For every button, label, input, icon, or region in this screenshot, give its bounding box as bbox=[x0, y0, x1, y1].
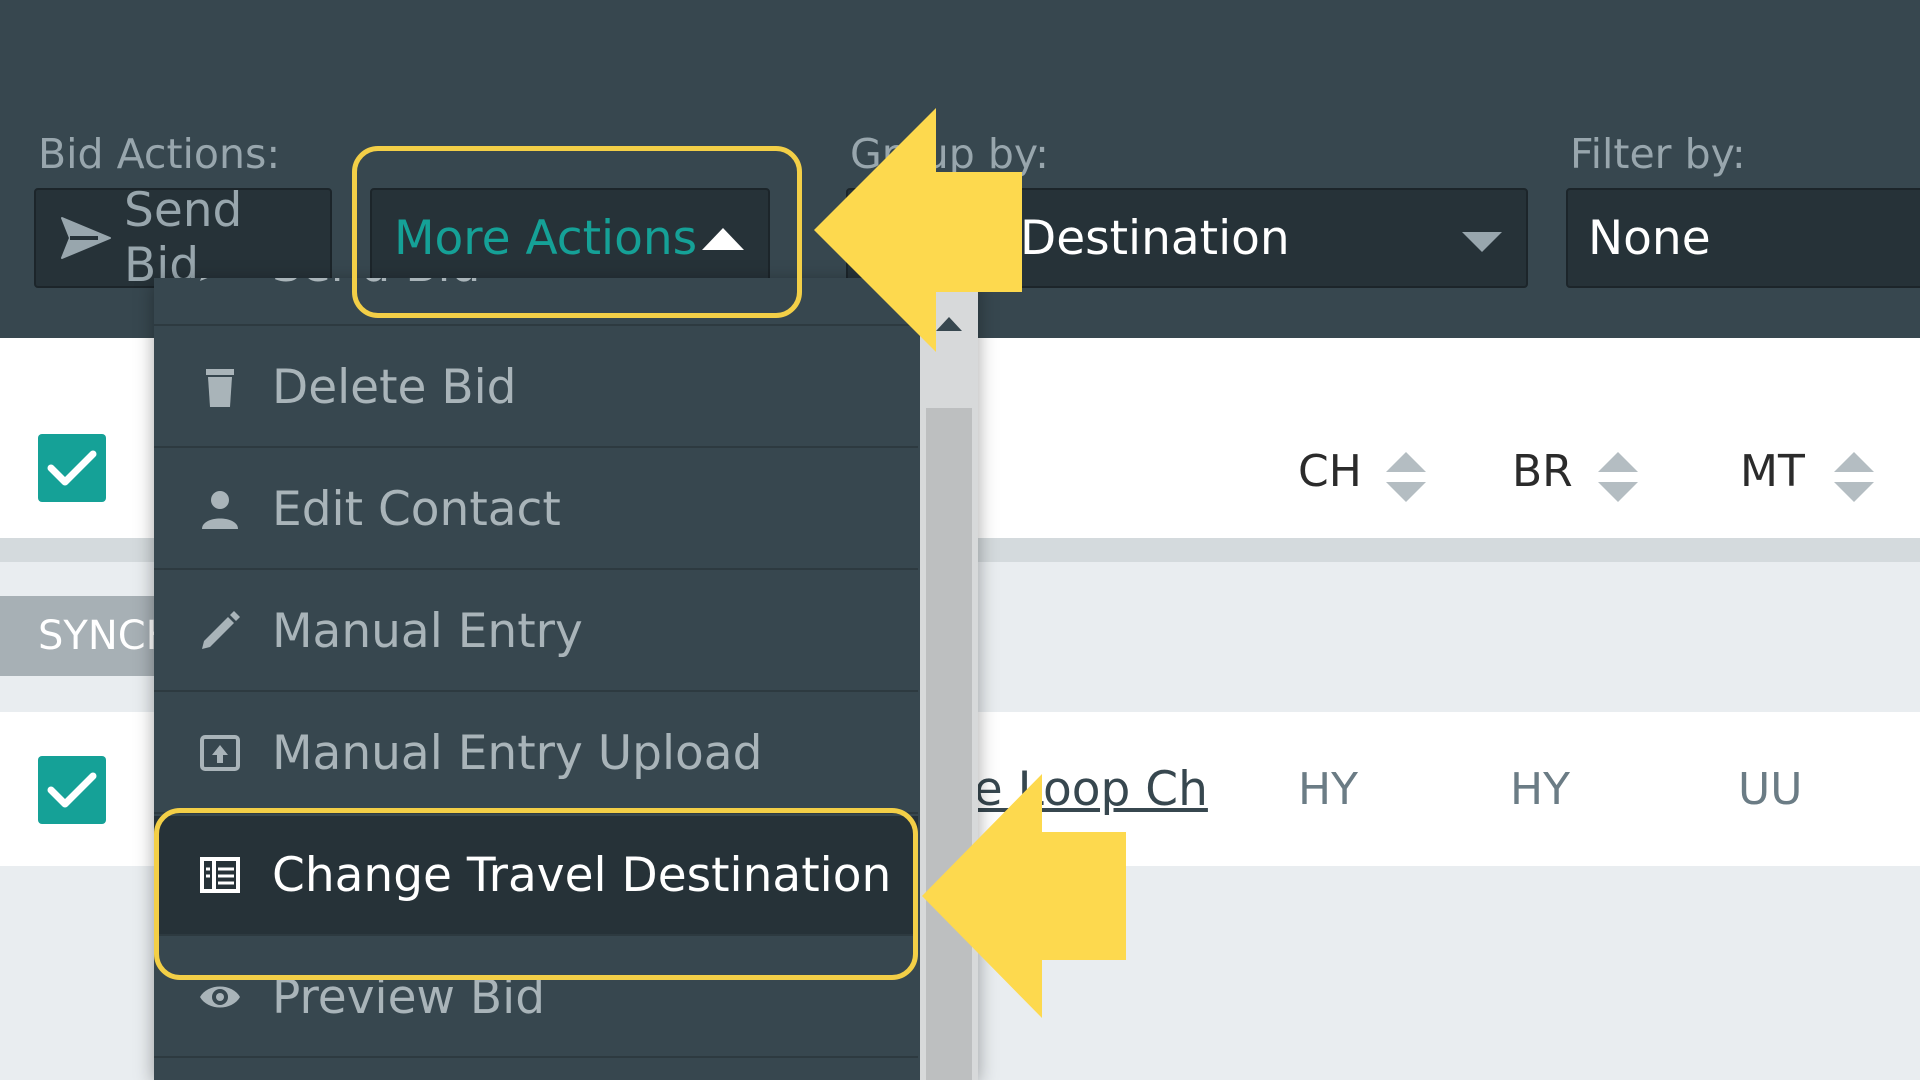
more-actions-label: More Actions bbox=[394, 210, 698, 266]
group-by-label: Group by: bbox=[850, 130, 1049, 178]
bid-actions-label: Bid Actions: bbox=[38, 130, 281, 178]
filter-by-value: None bbox=[1588, 210, 1711, 266]
menu-scrollbar[interactable] bbox=[920, 278, 978, 1080]
trash-icon bbox=[198, 365, 242, 409]
menu-item-label: Manual Entry bbox=[272, 603, 583, 659]
menu-item-preview-bid[interactable]: Preview Bid bbox=[154, 938, 918, 1058]
sort-icon[interactable] bbox=[1386, 450, 1426, 504]
person-icon bbox=[198, 487, 242, 531]
cell-br: HY bbox=[1510, 764, 1570, 815]
menu-item-manual-entry-upload[interactable]: Manual Entry Upload bbox=[154, 694, 918, 814]
menu-item-label: Edit Contact bbox=[272, 481, 561, 537]
column-header-mt[interactable]: MT bbox=[1740, 446, 1805, 497]
sort-icon[interactable] bbox=[1834, 450, 1874, 504]
more-actions-button[interactable]: More Actions bbox=[370, 188, 770, 288]
scrollbar-thumb[interactable] bbox=[926, 408, 972, 1080]
send-icon bbox=[60, 214, 112, 262]
row-checkbox[interactable] bbox=[38, 756, 106, 824]
send-bid-label: Send Bid bbox=[124, 183, 243, 293]
group-by-value: Destination bbox=[1020, 210, 1290, 266]
send-bid-button[interactable]: Send Bid bbox=[34, 183, 332, 293]
group-by-select[interactable]: Destination bbox=[846, 188, 1528, 288]
menu-item-change-travel-destination[interactable]: Change Travel Destination bbox=[154, 816, 918, 936]
menu-item-label: Delete Bid bbox=[272, 359, 517, 415]
filter-by-label: Filter by: bbox=[1570, 130, 1746, 178]
menu-item-label: Change Travel Destination bbox=[272, 847, 892, 903]
filter-by-select[interactable]: None bbox=[1566, 188, 1920, 288]
group-header[interactable]: SYNCH bbox=[0, 596, 176, 676]
directory-icon bbox=[198, 853, 242, 897]
check-icon bbox=[47, 772, 97, 808]
column-header-ch[interactable]: CH bbox=[1298, 446, 1362, 497]
caret-up-icon bbox=[702, 228, 744, 250]
eye-icon bbox=[198, 975, 242, 1019]
select-all-checkbox[interactable] bbox=[38, 434, 106, 502]
menu-item-label: Send Bid bbox=[272, 278, 480, 293]
check-icon bbox=[47, 450, 97, 486]
more-actions-menu: Send Bid Delete Bid Edit Contact Manual … bbox=[154, 278, 978, 1080]
scroll-up-icon[interactable] bbox=[936, 316, 962, 331]
menu-item-label: Preview Bid bbox=[272, 969, 546, 1025]
cell-mt: UU bbox=[1738, 764, 1803, 815]
cell-ch: HY bbox=[1298, 764, 1358, 815]
upload-icon bbox=[198, 731, 242, 775]
menu-item-edit-contact[interactable]: Edit Contact bbox=[154, 450, 918, 570]
destination-link[interactable]: he Loop Ch bbox=[944, 762, 1208, 817]
column-header-br[interactable]: BR bbox=[1512, 446, 1573, 497]
menu-item-label: Manual Entry Upload bbox=[272, 725, 763, 781]
menu-item-send-bid[interactable]: Send Bid bbox=[154, 278, 918, 326]
menu-item-delete-bid[interactable]: Delete Bid bbox=[154, 328, 918, 448]
menu-item-manual-entry[interactable]: Manual Entry bbox=[154, 572, 918, 692]
caret-down-icon bbox=[1462, 232, 1502, 252]
sort-icon[interactable] bbox=[1598, 450, 1638, 504]
send-icon bbox=[198, 278, 242, 287]
pencil-icon bbox=[198, 609, 242, 653]
